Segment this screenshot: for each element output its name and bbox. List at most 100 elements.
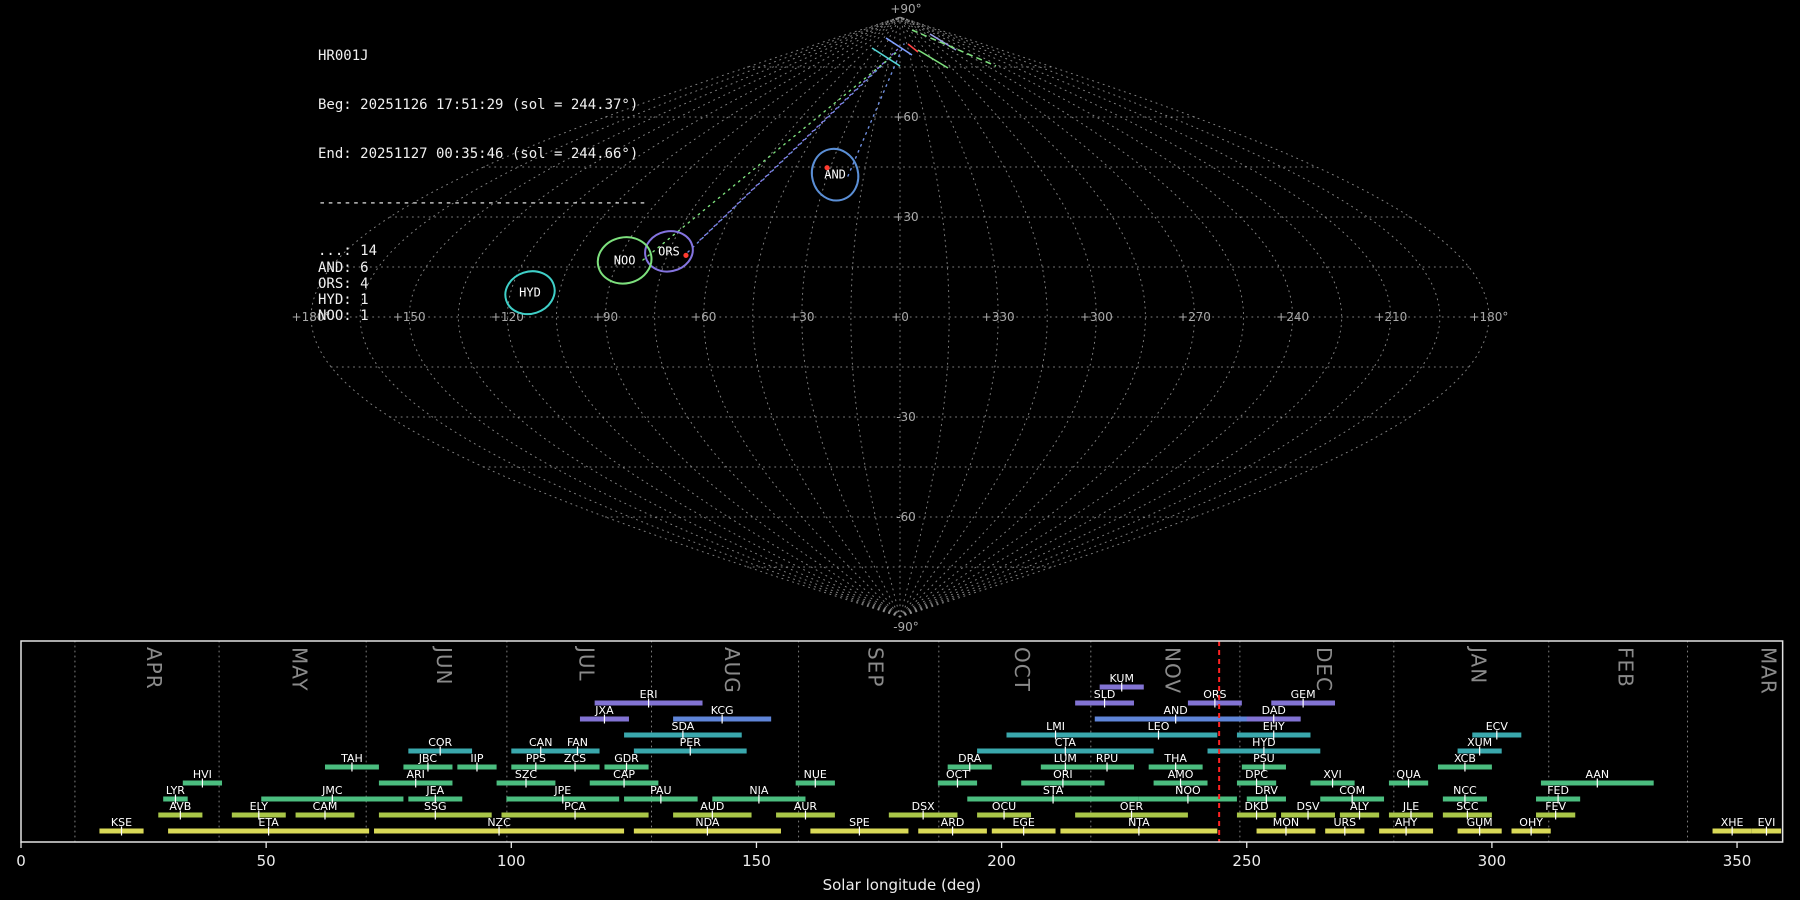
shower-label-zcs: ZCS <box>564 752 586 765</box>
shower-label-hyd: HYD <box>1252 736 1275 749</box>
shower-bars: KUMERISLDORSGEMJXAKCGANDDADSDALMILEOEHYE… <box>99 672 1781 836</box>
shower-label-jbc: JBC <box>418 752 438 765</box>
separator: --------------------------------------- <box>318 195 647 211</box>
shower-label-sld: SLD <box>1094 688 1116 701</box>
shower-label-ori: ORI <box>1053 768 1073 781</box>
x-axis-tick-label: 100 <box>497 852 526 870</box>
svg-text:+60: +60 <box>893 110 918 124</box>
meteor-trail <box>643 53 896 260</box>
shower-label-fed: FED <box>1547 784 1569 797</box>
meteor-trails <box>643 30 996 260</box>
month-label-apr: APR <box>142 647 166 690</box>
shower-label-and: AND <box>1164 704 1188 717</box>
shower-label-ecv: ECV <box>1486 720 1509 733</box>
shower-label-psu: PSU <box>1253 752 1275 765</box>
shower-counts: ...: 14AND: 6ORS: 4HYD: 1NOO: 1 <box>318 243 647 324</box>
shower-label-spe: SPE <box>849 816 870 829</box>
shower-label-nia: NIA <box>749 784 768 797</box>
shower-label-amo: AMO <box>1168 768 1194 781</box>
svg-text:+30: +30 <box>893 210 918 224</box>
meteor-streak <box>886 38 912 55</box>
svg-text:+240: +240 <box>1276 310 1309 324</box>
shower-label-xhe: XHE <box>1721 816 1744 829</box>
shower-label-pps: PPS <box>526 752 546 765</box>
meteor-streak <box>918 50 948 68</box>
shower-label-can: CAN <box>529 736 552 749</box>
shower-label-eta: ETA <box>258 816 279 829</box>
shower-label-kum: KUM <box>1109 672 1133 685</box>
x-axis-tick-label: 250 <box>1232 852 1261 870</box>
month-label-oct: OCT <box>1010 647 1034 692</box>
shower-label-nzc: NZC <box>487 816 511 829</box>
x-axis-tick-label: 300 <box>1478 852 1507 870</box>
svg-text:+210: +210 <box>1374 310 1407 324</box>
shower-label-com: COM <box>1339 784 1365 797</box>
session-end: End: 20251127 00:35:46 (sol = 244.66°) <box>318 146 647 162</box>
shower-label-oer: OER <box>1120 800 1144 813</box>
shower-label-eri: ERI <box>640 688 658 701</box>
shower-label-szc: SZC <box>515 768 538 781</box>
meteor-streak <box>908 44 918 52</box>
shower-label-urs: URS <box>1333 816 1356 829</box>
shower-label-rpu: RPU <box>1096 752 1118 765</box>
x-axis-title: Solar longitude (deg) <box>823 876 981 894</box>
shower-label-gum: GUM <box>1467 816 1493 829</box>
shower-label-dsv: DSV <box>1297 800 1320 813</box>
shower-label-ocu: OCU <box>992 800 1016 813</box>
shower-label-per: PER <box>680 736 702 749</box>
shower-label-tah: TAH <box>340 752 363 765</box>
shower-label-pau: PAU <box>650 784 672 797</box>
shower-label-evi: EVI <box>1758 816 1776 829</box>
shower-label-dkd: DKD <box>1244 800 1268 813</box>
x-axis-tick-label: 50 <box>257 852 276 870</box>
shower-label-cta: CTA <box>1055 736 1077 749</box>
station-id: HR001J <box>318 48 647 64</box>
shower-label-kcg: KCG <box>711 704 734 717</box>
meteor-trail <box>688 50 898 252</box>
shower-label-aly: ALY <box>1350 800 1369 813</box>
month-label-feb: FEB <box>1613 647 1637 688</box>
shower-label-gdr: GDR <box>614 752 639 765</box>
shower-label-ari: ARI <box>406 768 424 781</box>
svg-text:-30: -30 <box>896 410 916 424</box>
activity-timeline: APRMAYJUNJULAUGSEPOCTNOVDECJANFEBMARKUME… <box>0 632 1800 900</box>
svg-text:-60: -60 <box>896 510 916 524</box>
shower-label-drv: DRV <box>1255 784 1279 797</box>
shower-label-cam: CAM <box>313 800 338 813</box>
shower-label-jpe: JPE <box>553 784 571 797</box>
session-beg: Beg: 20251126 17:51:29 (sol = 244.37°) <box>318 97 647 113</box>
shower-label-leo: LEO <box>1148 720 1170 733</box>
month-labels: APRMAYJUNJULAUGSEPOCTNOVDECJANFEBMAR <box>142 645 1781 695</box>
month-label-jul: JUL <box>574 645 598 682</box>
sky-map: +180°+150+120+90+60+30+0+330+300+270+240… <box>0 0 1800 632</box>
shower-label-nda: NDA <box>695 816 720 829</box>
x-axis-tick-label: 0 <box>16 852 26 870</box>
shower-label-ohy: OHY <box>1519 816 1543 829</box>
month-label-aug: AUG <box>720 647 744 694</box>
shower-label-mon: MON <box>1273 816 1299 829</box>
shower-label-hvi: HVI <box>193 768 212 781</box>
shower-label-noo: NOO <box>1175 784 1201 797</box>
x-axis-tick-label: 150 <box>742 852 771 870</box>
shower-label-jmc: JMC <box>321 784 343 797</box>
meteor-streak <box>912 30 996 66</box>
x-axis-tick-label: 350 <box>1723 852 1752 870</box>
shower-count-row: ORS: 4 <box>318 276 647 292</box>
shower-label-oct: OCT <box>946 768 969 781</box>
shower-label-tha: THA <box>1163 752 1187 765</box>
x-axis: 050100150200250300350Solar longitude (de… <box>16 842 1751 894</box>
shower-label-lyr: LYR <box>166 784 185 797</box>
timeline-border <box>21 641 1783 842</box>
shower-label-lmi: LMI <box>1046 720 1065 733</box>
shower-label-aur: AUR <box>794 800 818 813</box>
shower-label-scc: SCC <box>1456 800 1479 813</box>
shower-label-xum: XUM <box>1467 736 1492 749</box>
shower-label-jle: JLE <box>1402 800 1419 813</box>
month-label-sep: SEP <box>864 647 888 687</box>
month-label-jan: JAN <box>1466 645 1490 684</box>
shower-label-lum: LUM <box>1054 752 1077 765</box>
month-label-dec: DEC <box>1312 647 1336 692</box>
shower-label-ncc: NCC <box>1453 784 1477 797</box>
radiant-and-marker <box>824 165 829 170</box>
meteor-observation-screen: +180°+150+120+90+60+30+0+330+300+270+240… <box>0 0 1800 900</box>
